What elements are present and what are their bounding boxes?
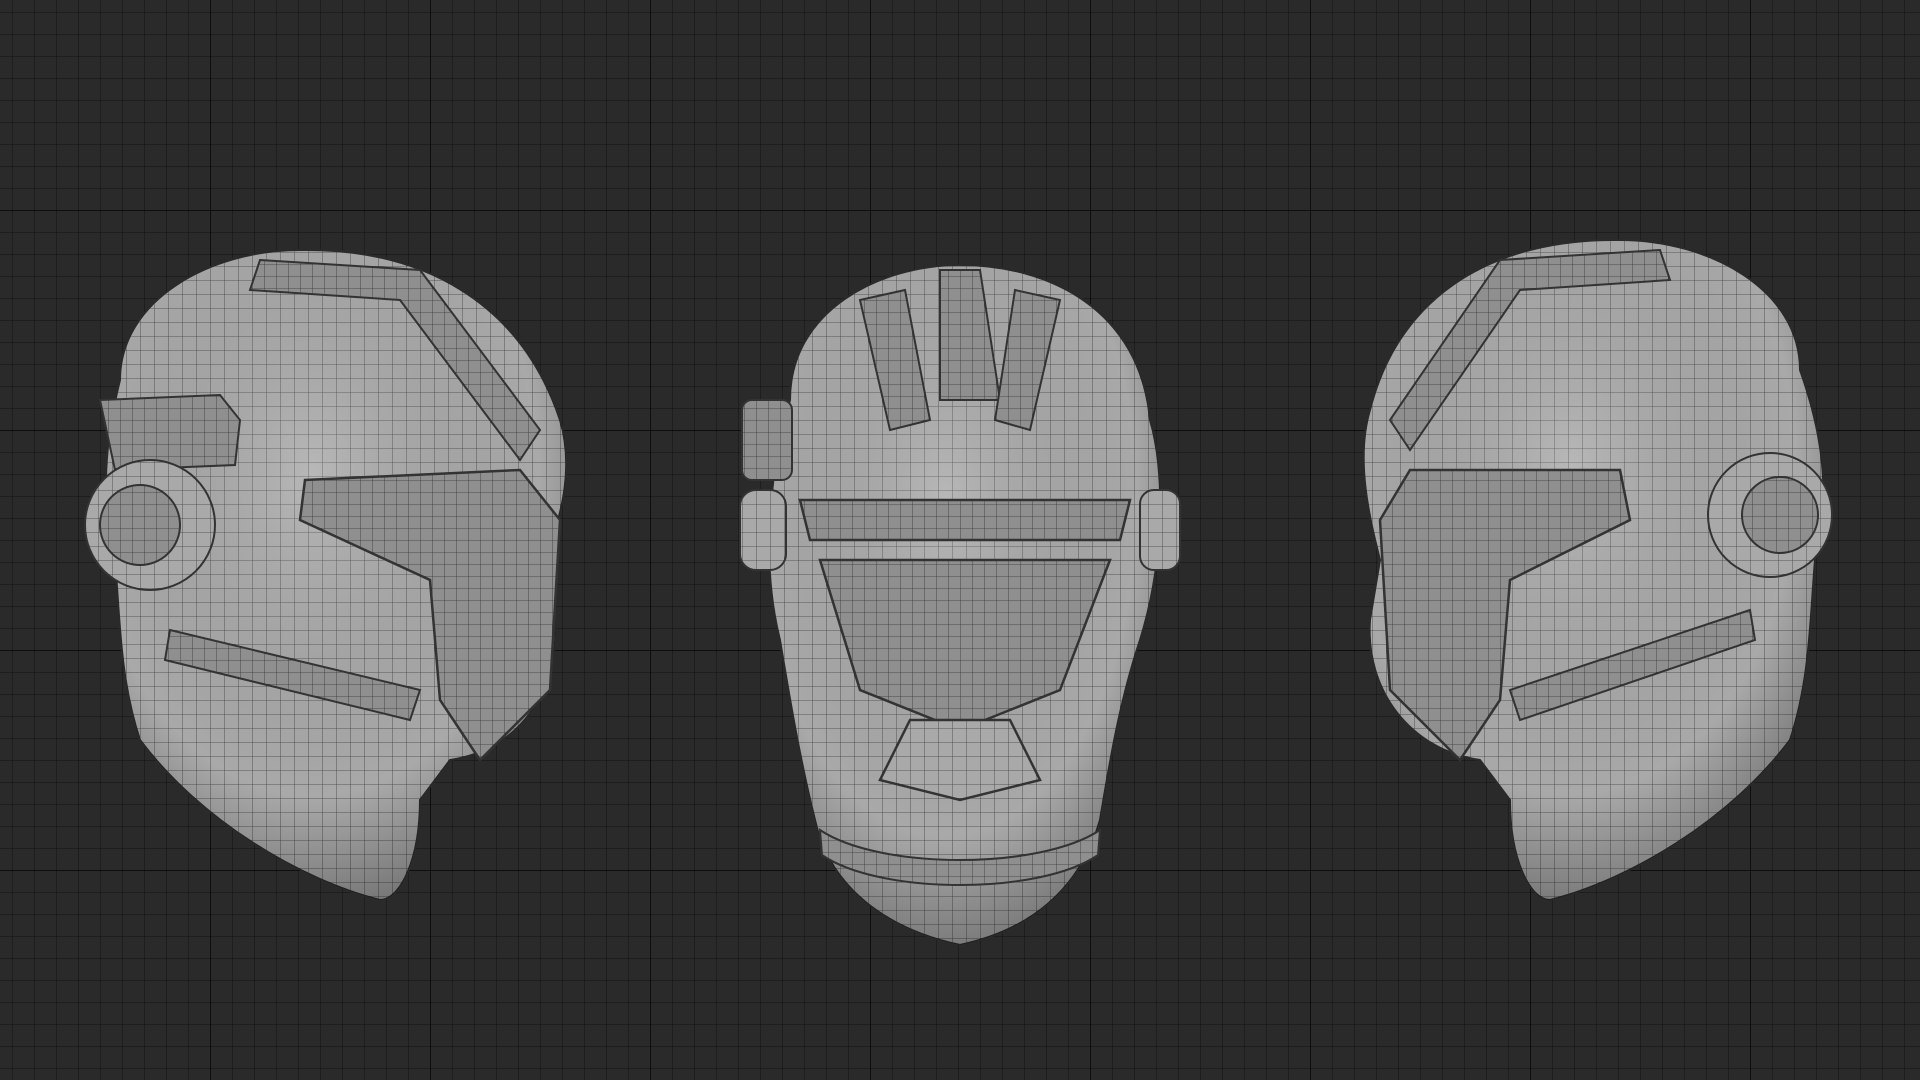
helmet-right-side-view[interactable] — [1362, 238, 1833, 902]
scene — [84, 238, 1833, 947]
helmet-front-view[interactable] — [739, 263, 1181, 947]
helmet-left-side-view[interactable] — [84, 248, 568, 902]
viewport-3d[interactable] — [0, 0, 1920, 1080]
